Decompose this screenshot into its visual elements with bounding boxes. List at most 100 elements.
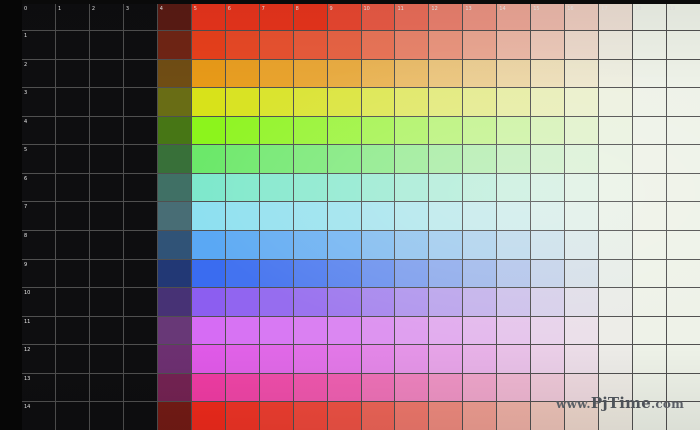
color-swatch [565, 31, 599, 59]
color-swatch [293, 116, 327, 145]
color-swatch [395, 288, 429, 316]
color-swatch [599, 59, 633, 88]
header-cell: 17 [599, 4, 633, 30]
color-swatch [633, 345, 667, 373]
color-swatch [191, 202, 225, 230]
color-swatch [463, 288, 497, 316]
row-label: 13 [24, 375, 31, 382]
color-swatch [429, 145, 463, 173]
column-label: 3 [125, 6, 130, 12]
color-swatch [395, 259, 429, 288]
color-swatch [361, 288, 395, 316]
color-swatch [55, 345, 89, 373]
header-cell: 6 [225, 4, 259, 30]
color-swatch [327, 116, 361, 145]
row-label: 10 [24, 290, 31, 297]
color-swatch [55, 373, 89, 402]
column-label: 17 [601, 6, 608, 12]
color-swatch [259, 116, 293, 145]
color-swatch [157, 316, 191, 345]
header-cell: 19 [667, 4, 700, 30]
color-swatch [157, 259, 191, 288]
color-swatch [89, 316, 123, 345]
color-swatch [429, 345, 463, 373]
color-swatch: 14 [22, 402, 55, 430]
color-swatch [293, 31, 327, 59]
color-swatch [259, 59, 293, 88]
color-swatch [633, 31, 667, 59]
color-swatch [157, 59, 191, 88]
color-swatch [123, 316, 157, 345]
color-swatch [191, 59, 225, 88]
color-swatch [225, 31, 259, 59]
color-swatch [395, 230, 429, 259]
color-swatch [191, 288, 225, 316]
color-swatch [89, 173, 123, 202]
color-swatch [463, 31, 497, 59]
watermark: www.PjTime.com [556, 394, 684, 412]
color-swatch [395, 373, 429, 402]
color-swatch [293, 373, 327, 402]
color-swatch [327, 31, 361, 59]
color-swatch [429, 230, 463, 259]
color-swatch [429, 31, 463, 59]
color-swatch [259, 202, 293, 230]
color-swatch [429, 402, 463, 430]
row-label: 5 [24, 147, 28, 154]
color-swatch [429, 373, 463, 402]
color-swatch [667, 145, 700, 173]
color-swatch [429, 116, 463, 145]
color-swatch [667, 345, 700, 373]
color-swatch: 10 [22, 288, 55, 316]
row-label: 14 [24, 404, 31, 411]
color-swatch: 3 [22, 88, 55, 116]
color-swatch [225, 259, 259, 288]
color-swatch [463, 402, 497, 430]
color-swatch [361, 402, 395, 430]
color-swatch [327, 59, 361, 88]
color-swatch [157, 373, 191, 402]
color-swatch [633, 145, 667, 173]
color-swatch [599, 116, 633, 145]
color-swatch [191, 88, 225, 116]
color-swatch [123, 202, 157, 230]
color-swatch [565, 59, 599, 88]
color-swatch [191, 173, 225, 202]
color-swatch [225, 402, 259, 430]
color-swatch [497, 145, 531, 173]
color-swatch [429, 316, 463, 345]
color-swatch [429, 288, 463, 316]
color-swatch [633, 88, 667, 116]
header-cell: 5 [191, 4, 225, 30]
color-swatch [531, 288, 565, 316]
color-swatch [191, 230, 225, 259]
color-swatch [497, 31, 531, 59]
color-swatch [361, 202, 395, 230]
color-swatch [463, 59, 497, 88]
color-swatch: 2 [22, 59, 55, 88]
color-swatch [633, 288, 667, 316]
color-swatch: 12 [22, 345, 55, 373]
color-swatch [225, 88, 259, 116]
color-swatch: 8 [22, 230, 55, 259]
row-label: 12 [24, 347, 31, 354]
color-swatch [361, 59, 395, 88]
color-swatch [259, 316, 293, 345]
color-swatch [565, 288, 599, 316]
color-swatch [123, 230, 157, 259]
color-swatch [531, 88, 565, 116]
header-cell: 18 [633, 4, 667, 30]
color-swatch [191, 31, 225, 59]
color-swatch [123, 288, 157, 316]
color-swatch [565, 259, 599, 288]
test-chart-photo: 0 1 2 3 4 5 6 7 8 9 10 11 12 13 14 15 16 17 18 19 1 2 3 4 5 6 7 8 9 1… [0, 0, 700, 430]
color-swatch [497, 173, 531, 202]
header-cell: 1 [55, 4, 89, 30]
column-label: 15 [533, 6, 540, 12]
watermark-brand: PjTime [590, 394, 651, 412]
color-swatch [259, 230, 293, 259]
color-swatch [395, 59, 429, 88]
color-swatch [361, 116, 395, 145]
color-swatch [395, 202, 429, 230]
column-label: 5 [193, 6, 197, 12]
